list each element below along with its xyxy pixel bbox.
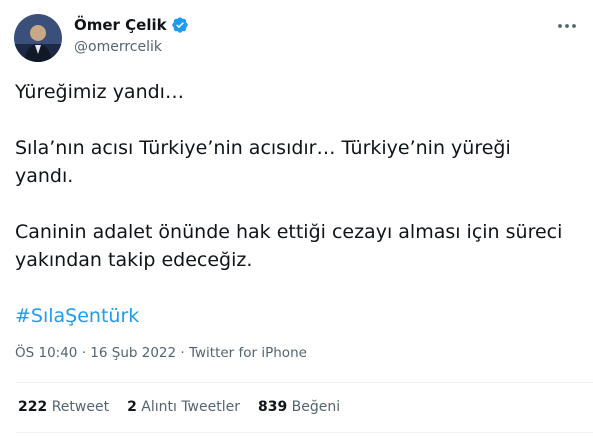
retweets-count: 222 bbox=[18, 399, 48, 415]
retweets-stat[interactable]: 222 Retweet bbox=[18, 399, 109, 415]
more-options-icon[interactable] bbox=[555, 16, 579, 36]
tweet-stats: 222 Retweet 2 Alıntı Tweetler 839 Beğeni bbox=[18, 399, 358, 415]
likes-stat[interactable]: 839 Beğeni bbox=[258, 399, 340, 415]
quotes-count: 2 bbox=[127, 399, 137, 415]
quotes-label: Alıntı Tweetler bbox=[141, 399, 240, 415]
verified-badge-icon bbox=[171, 16, 189, 34]
hashtag-link[interactable]: #SılaŞentürk bbox=[15, 305, 139, 327]
author-name[interactable]: Ömer Çelik bbox=[74, 16, 167, 34]
meta-separator: · bbox=[176, 345, 189, 361]
tweet-time[interactable]: ÖS 10:40 bbox=[15, 345, 77, 361]
tweet-source[interactable]: Twitter for iPhone bbox=[189, 345, 307, 361]
author-handle[interactable]: @omerrcelik bbox=[74, 39, 189, 55]
tweet-meta: ÖS 10:40 · 16 Şub 2022 · Twitter for iPh… bbox=[15, 345, 307, 361]
divider bbox=[15, 382, 593, 383]
meta-separator: · bbox=[77, 345, 91, 361]
likes-count: 839 bbox=[257, 399, 288, 415]
tweet-line: Sıla’nın acısı Türkiye’nin acısıdır… Tür… bbox=[15, 137, 511, 187]
tweet-date[interactable]: 16 Şub 2022 bbox=[90, 345, 176, 361]
avatar[interactable] bbox=[14, 14, 62, 62]
likes-label: Beğeni bbox=[291, 399, 341, 415]
retweets-label: Retweet bbox=[51, 399, 110, 415]
tweet-line: Caninin adalet önünde hak ettiği cezayı … bbox=[15, 221, 563, 271]
quotes-stat[interactable]: 2 Alıntı Tweetler bbox=[127, 399, 240, 415]
author-name-row: Ömer Çelik bbox=[74, 15, 189, 35]
tweet-body: Yüreğimiz yandı… Sıla’nın acısı Türkiye’… bbox=[15, 78, 575, 330]
divider bbox=[15, 432, 593, 433]
author-block: Ömer Çelik @omerrcelik bbox=[74, 15, 189, 55]
tweet-line: Yüreğimiz yandı… bbox=[15, 81, 184, 103]
